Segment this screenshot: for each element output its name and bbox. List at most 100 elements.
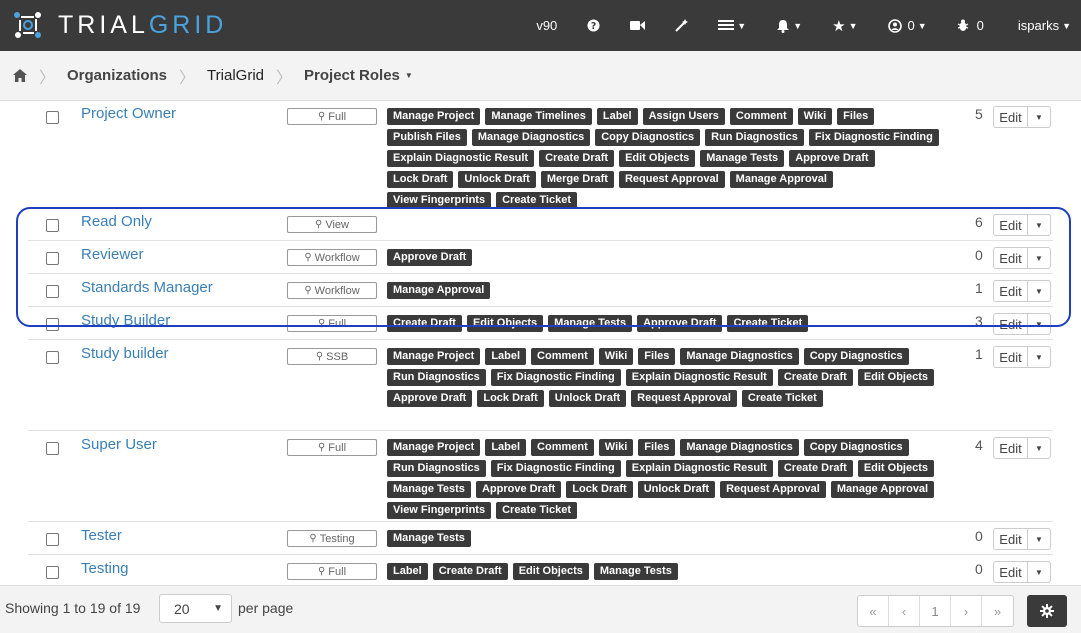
permission-tag: Create Draft	[387, 315, 462, 332]
access-level-label: View	[325, 218, 349, 231]
user-menu-dropdown[interactable]: isparks ▼	[1018, 18, 1071, 33]
edit-dropdown-toggle[interactable]: ▼	[1028, 248, 1050, 268]
row-checkbox[interactable]	[46, 285, 59, 298]
permission-tag: Manage Tests	[548, 315, 633, 332]
permission-tag: Lock Draft	[477, 390, 544, 407]
edit-button[interactable]: Edit	[994, 248, 1028, 268]
prev-page-button[interactable]: ‹	[889, 596, 920, 626]
chevron-down-icon: ▼	[1035, 319, 1043, 329]
alerts-dropdown[interactable]: 0 ▼	[887, 18, 927, 33]
role-name-link[interactable]: Tester	[81, 527, 122, 544]
edit-dropdown-toggle[interactable]: ▼	[1028, 281, 1050, 301]
edit-dropdown-toggle[interactable]: ▼	[1028, 107, 1050, 127]
edit-dropdown-toggle[interactable]: ▼	[1028, 438, 1050, 458]
table-row: Study builder ⚲ SSB Manage Project Label Comm…	[28, 340, 1053, 431]
permission-tag: Copy Diagnostics	[803, 348, 909, 365]
edit-button[interactable]: Edit	[994, 314, 1028, 334]
permission-tag: Manage Diagnostics	[471, 129, 591, 146]
row-checkbox[interactable]	[46, 351, 59, 364]
role-name-link[interactable]: Testing	[81, 560, 129, 577]
edit-button[interactable]: Edit	[994, 215, 1028, 235]
permission-tag: Label	[596, 108, 638, 125]
role-name-link[interactable]: Study builder	[81, 345, 169, 362]
current-page-button[interactable]: 1	[920, 596, 951, 626]
edit-dropdown-toggle[interactable]: ▼	[1028, 529, 1050, 549]
chevron-down-icon: ▼	[1035, 286, 1043, 296]
home-icon[interactable]	[13, 69, 27, 82]
user-count: 0	[975, 247, 983, 263]
gear-icon	[1040, 604, 1054, 618]
edit-button[interactable]: Edit	[994, 347, 1028, 367]
user-count: 4	[975, 437, 983, 453]
permission-tag: Merge Draft	[540, 171, 614, 188]
permission-tag: Edit Objects	[857, 460, 934, 477]
role-name-link[interactable]: Standards Manager	[81, 279, 213, 296]
edit-button[interactable]: Edit	[994, 107, 1028, 127]
table-row: Tester ⚲ Testing Manage Tests 0 Edit ▼	[28, 522, 1053, 555]
bug-report-button[interactable]: 0	[957, 18, 984, 33]
permission-tag: Unlock Draft	[458, 171, 536, 188]
permissions-list: Label Create Draft Edit Objects Manage Test…	[387, 562, 947, 583]
chevron-down-icon[interactable]: ▼	[405, 71, 413, 80]
role-name-link[interactable]: Read Only	[81, 213, 152, 230]
row-checkbox[interactable]	[46, 252, 59, 265]
permission-tag: Wiki	[598, 439, 634, 456]
role-name-link[interactable]: Reviewer	[81, 246, 144, 263]
settings-button[interactable]	[1027, 595, 1067, 627]
first-page-button[interactable]: «	[858, 596, 889, 626]
key-icon: ⚲	[304, 252, 312, 263]
breadcrumb-separator: 〉	[179, 69, 196, 87]
page-size-select[interactable]: 20 ▼	[159, 594, 232, 623]
role-name-link[interactable]: Super User	[81, 436, 157, 453]
permission-tag: Copy Diagnostics	[595, 129, 701, 146]
edit-dropdown-toggle[interactable]: ▼	[1028, 215, 1050, 235]
chevron-down-icon: ▼	[1035, 534, 1043, 544]
row-checkbox[interactable]	[46, 566, 59, 579]
notifications-dropdown[interactable]: ▼	[776, 19, 802, 33]
permission-tag: Approve Draft	[387, 249, 473, 266]
chevron-down-icon: ▼	[1035, 352, 1043, 362]
alerts-count: 0	[907, 18, 915, 33]
permission-tag: View Fingerprints	[387, 502, 492, 519]
chevron-down-icon: ▼	[1035, 443, 1043, 453]
list-menu-dropdown[interactable]: ▼	[718, 19, 746, 32]
edit-button[interactable]: Edit	[994, 529, 1028, 549]
row-checkbox[interactable]	[46, 111, 59, 124]
permission-tag: Request Approval	[720, 481, 826, 498]
next-page-button[interactable]: ›	[951, 596, 982, 626]
breadcrumb: 〉 Organizations 〉 TrialGrid 〉 Project Ro…	[0, 51, 1081, 101]
logo-text-part1: TRIAL	[58, 10, 149, 39]
video-camera-icon[interactable]	[630, 20, 646, 31]
permission-tag: Comment	[531, 439, 594, 456]
help-icon[interactable]: ?	[587, 19, 600, 32]
row-checkbox[interactable]	[46, 219, 59, 232]
breadcrumb-separator: 〉	[276, 69, 293, 87]
breadcrumb-project-roles[interactable]: Project Roles	[304, 67, 400, 84]
magic-wand-icon[interactable]	[675, 19, 689, 32]
edit-button[interactable]: Edit	[994, 438, 1028, 458]
edit-dropdown-toggle[interactable]: ▼	[1028, 562, 1050, 582]
edit-button[interactable]: Edit	[994, 562, 1028, 582]
breadcrumb-organizations[interactable]: Organizations	[67, 67, 167, 84]
edit-dropdown-toggle[interactable]: ▼	[1028, 347, 1050, 367]
edit-button[interactable]: Edit	[994, 281, 1028, 301]
table-row: Testing ⚲ Full Label Create Draft Edit Object…	[28, 555, 1053, 585]
chevron-down-icon: ▼	[213, 603, 223, 614]
edit-button-group: Edit ▼	[993, 346, 1051, 368]
permission-tag: Manage Tests	[387, 530, 471, 547]
logo[interactable]: TRIALGRID	[12, 9, 227, 41]
user-count: 0	[975, 528, 983, 544]
row-checkbox[interactable]	[46, 318, 59, 331]
favorites-dropdown[interactable]: ★ ▼	[832, 17, 857, 35]
permission-tag: Run Diagnostics	[387, 369, 486, 386]
edit-dropdown-toggle[interactable]: ▼	[1028, 314, 1050, 334]
role-name-link[interactable]: Project Owner	[81, 105, 176, 122]
access-level-label: Full	[328, 565, 347, 578]
permission-tag: Label	[485, 439, 527, 456]
row-checkbox[interactable]	[46, 442, 59, 455]
row-checkbox[interactable]	[46, 533, 59, 546]
breadcrumb-trialgrid[interactable]: TrialGrid	[207, 67, 264, 84]
role-name-link[interactable]: Study Builder	[81, 312, 170, 329]
last-page-button[interactable]: »	[982, 596, 1013, 626]
permission-tag: Unlock Draft	[548, 390, 627, 407]
